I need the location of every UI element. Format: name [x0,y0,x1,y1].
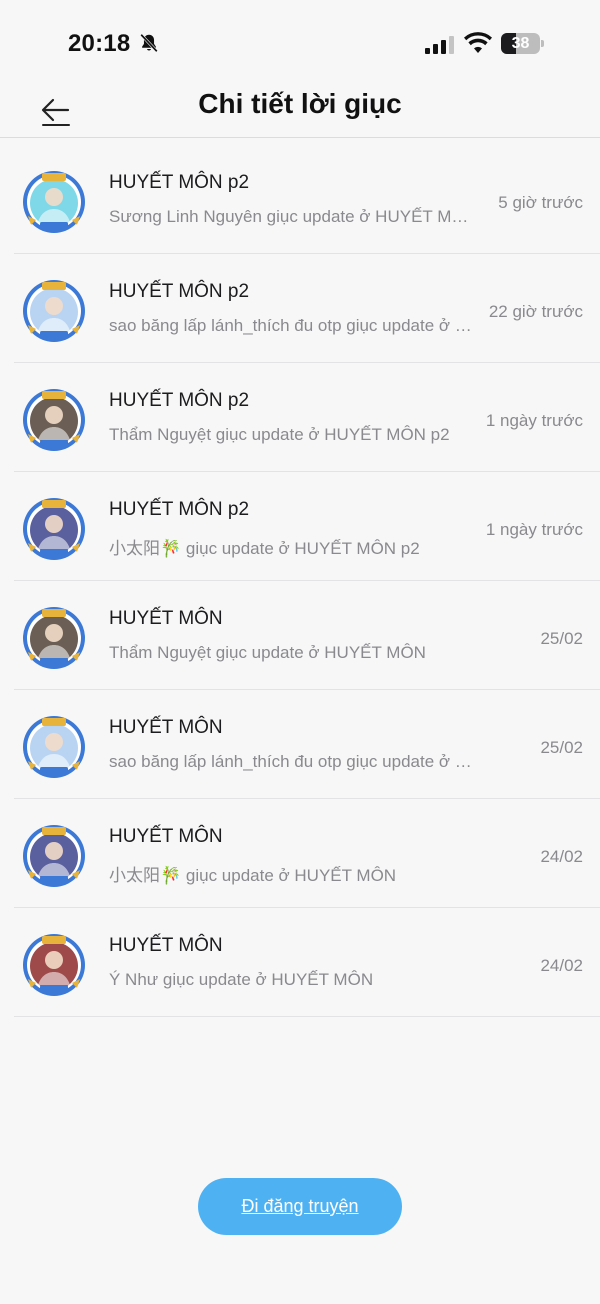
item-time: 24/02 [540,956,583,975]
avatar [22,497,86,561]
item-time: 24/02 [540,847,583,866]
item-time: 22 giờ trước [488,302,583,321]
list-item[interactable]: HUYẾT MÔN p2 sao băng lấp lánh_thích đu … [14,254,600,363]
avatar [22,606,86,670]
item-time: 1 ngày trước [485,411,583,430]
item-subtitle: Sương Linh Nguyên giục update ở HUYẾT MÔ… [109,207,475,226]
bell-slash-icon [138,32,160,54]
list-item[interactable]: HUYẾT MÔN Ý Như giục update ở HUYẾT MÔN … [14,908,600,1017]
list-item[interactable]: HUYẾT MÔN Thẩm Nguyệt giục update ở HUYẾ… [14,581,600,690]
item-time: 25/02 [540,738,583,757]
item-subtitle: sao băng lấp lánh_thích đu otp giục upda… [109,752,475,771]
item-time: 25/02 [540,629,583,648]
avatar [22,170,86,234]
avatar [22,715,86,779]
list-item[interactable]: HUYẾT MÔN 小太阳🎋 giục update ở HUYẾT MÔN 2… [14,799,600,908]
nav-bar: Chi tiết lời giục [0,82,600,138]
item-title: HUYẾT MÔN p2 [109,281,250,302]
status-bar: 20:18 38 [0,0,600,82]
list-item[interactable]: HUYẾT MÔN sao băng lấp lánh_thích đu otp… [14,690,600,799]
item-title: HUYẾT MÔN p2 [109,390,250,411]
item-title: HUYẾT MÔN [109,717,223,738]
item-subtitle: Ý Như giục update ở HUYẾT MÔN [109,970,374,989]
item-time: 5 giờ trước [498,193,583,212]
wifi-icon [464,32,492,54]
item-subtitle: 小太阳🎋 giục update ở HUYẾT MÔN p2 [109,539,420,558]
item-title: HUYẾT MÔN [109,608,223,629]
avatar [22,933,86,997]
item-time: 1 ngày trước [485,520,583,539]
item-subtitle: 小太阳🎋 giục update ở HUYẾT MÔN [109,866,397,885]
battery-icon: 38 [501,33,545,54]
battery-level: 38 [511,35,530,52]
item-subtitle: sao băng lấp lánh_thích đu otp giục upda… [109,316,475,335]
list-item[interactable]: HUYẾT MÔN p2 小太阳🎋 giục update ở HUYẾT MÔ… [14,472,600,581]
item-title: HUYẾT MÔN [109,935,223,956]
item-subtitle: Thẩm Nguyệt giục update ở HUYẾT MÔN p2 [109,425,450,444]
item-subtitle: Thẩm Nguyệt giục update ở HUYẾT MÔN [109,643,426,662]
page-title: Chi tiết lời giục [198,88,402,119]
item-title: HUYẾT MÔN p2 [109,499,250,520]
list-item[interactable]: HUYẾT MÔN p2 Thẩm Nguyệt giục update ở H… [14,363,600,472]
avatar [22,824,86,888]
avatar [22,279,86,343]
item-title: HUYẾT MÔN p2 [109,172,250,193]
reminder-list: HUYẾT MÔN p2 Sương Linh Nguyên giục upda… [14,145,600,1017]
list-item[interactable]: HUYẾT MÔN p2 Sương Linh Nguyên giục upda… [14,145,600,254]
post-story-button[interactable]: Đi đăng truyện [198,1178,402,1235]
item-title: HUYẾT MÔN [109,826,223,847]
signal-icon [425,36,455,54]
status-time: 20:18 [68,30,131,57]
avatar [22,388,86,452]
